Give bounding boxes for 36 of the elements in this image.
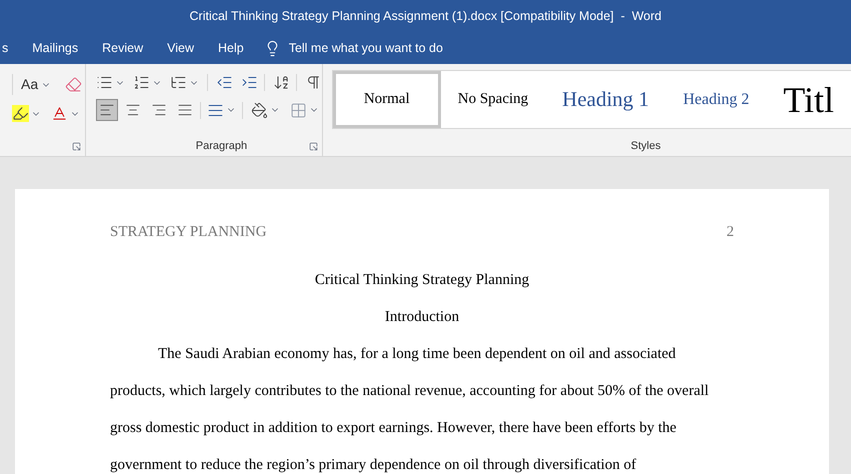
numbered-list-icon[interactable] bbox=[132, 74, 150, 91]
page-number: 2 bbox=[726, 223, 734, 242]
group-label: Styles bbox=[630, 138, 661, 154]
style-option[interactable]: Heading 2 bbox=[666, 71, 766, 128]
align-center-icon bbox=[124, 102, 141, 118]
change-case-button[interactable]: Aa bbox=[12, 74, 52, 95]
ribbon-tab[interactable]: s bbox=[0, 32, 20, 64]
multilevel-list-icon[interactable] bbox=[170, 74, 187, 91]
increase-indent-icon[interactable] bbox=[240, 74, 258, 91]
align-left-button[interactable] bbox=[96, 99, 118, 121]
eraser-icon[interactable] bbox=[65, 76, 82, 93]
align-right-icon bbox=[150, 102, 167, 118]
body-paragraph: The Saudi Arabian economy has, for a long time been dependent on oil and associated products, which largely contributes to the national revenue, accounting for about 50% of the overall gross domestic product in addition to export earnings. However, there have been efforts by the government to reduce the region’s primary dependence on oil through diversification of bbox=[110, 344, 710, 474]
ribbon-tab[interactable]: View bbox=[155, 32, 206, 64]
page-header: STRATEGY PLANNING bbox=[110, 223, 267, 242]
style-option[interactable]: Heading 1 bbox=[545, 71, 666, 128]
align-left-icon bbox=[98, 102, 115, 118]
dialog-launcher-icon[interactable] bbox=[308, 142, 318, 151]
shading-icon[interactable] bbox=[250, 102, 268, 118]
window-title: Critical Thinking Strategy Planning Assignment (1).docx [Compatibility Mode] - Word bbox=[190, 8, 662, 25]
group-label: Paragraph bbox=[196, 138, 248, 154]
decrease-indent-icon[interactable] bbox=[216, 74, 233, 91]
style-option[interactable]: Titl bbox=[766, 71, 851, 128]
document-title: Critical Thinking Strategy Planning bbox=[314, 270, 530, 290]
ribbon-tab[interactable]: Review bbox=[90, 32, 156, 64]
ribbon-tab[interactable]: Help bbox=[206, 32, 256, 64]
dialog-launcher-icon[interactable] bbox=[72, 142, 81, 151]
tell-me-field[interactable]: Tell me what you want to do bbox=[288, 38, 489, 58]
sort-icon[interactable] bbox=[272, 74, 290, 91]
ribbon-tab[interactable]: Mailings bbox=[20, 32, 90, 64]
align-justify-icon bbox=[176, 102, 193, 118]
style-option[interactable]: Normal bbox=[332, 71, 441, 128]
section-heading: Introduction bbox=[384, 308, 460, 327]
highlighter-icon[interactable] bbox=[12, 105, 29, 122]
style-option[interactable]: No Spacing bbox=[440, 71, 546, 128]
font-color-icon[interactable] bbox=[51, 105, 68, 122]
